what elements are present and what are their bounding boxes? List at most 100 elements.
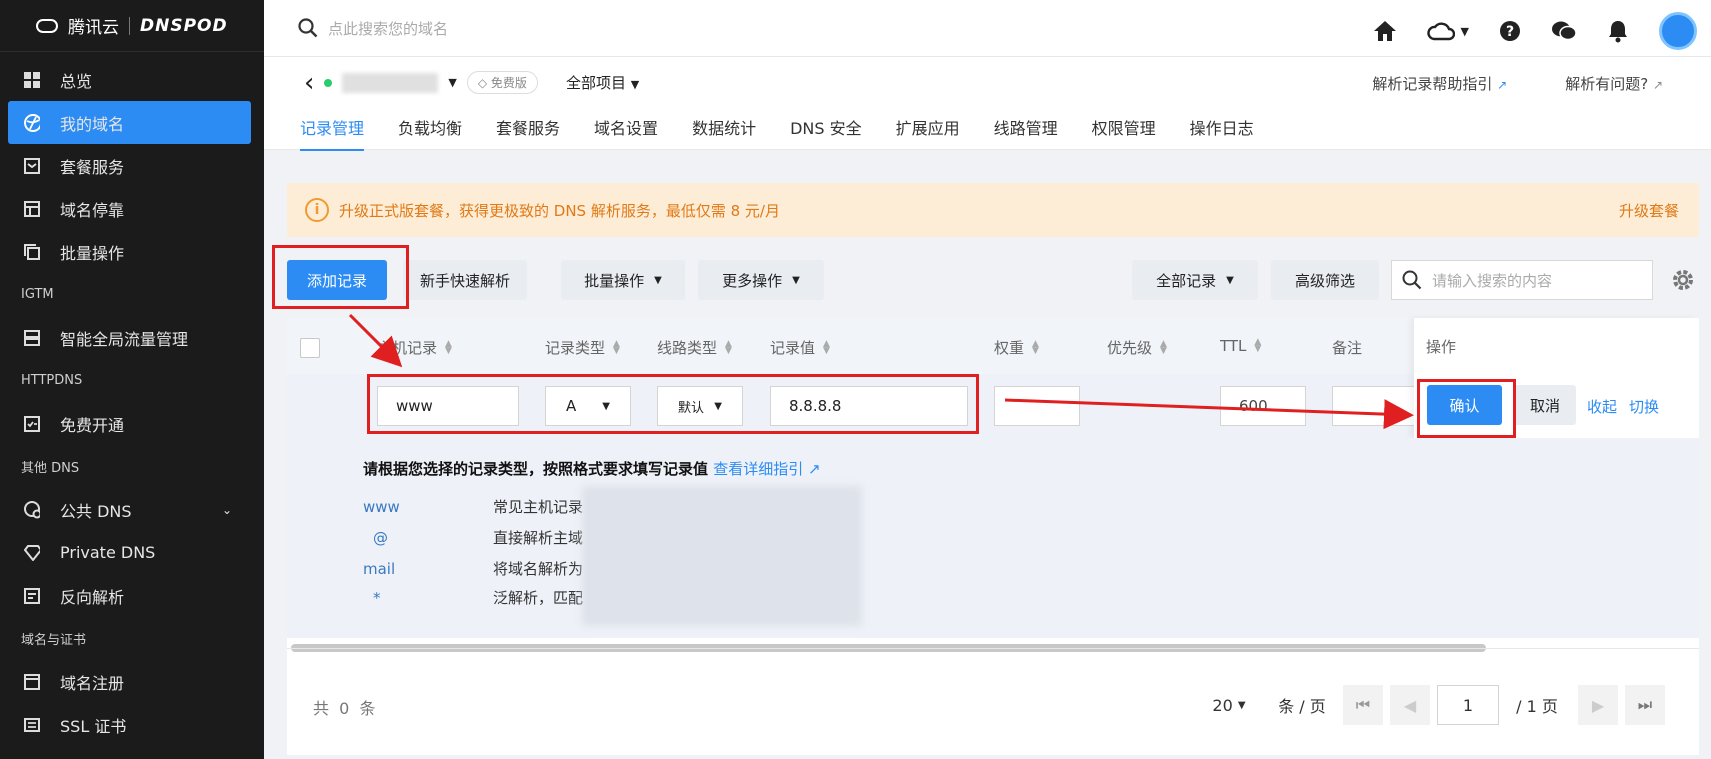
collapse-link[interactable]: 收起 [1587, 396, 1617, 417]
column-line[interactable]: 线路类型 ▲ ▼ [657, 337, 732, 358]
more-operation-button[interactable]: 更多操作 ▼ [698, 260, 824, 300]
help-icon[interactable]: ? [1499, 20, 1521, 42]
domain-tab[interactable]: 线路管理 [994, 115, 1058, 151]
guide-detail-link[interactable]: 查看详细指引 ↗ [713, 460, 820, 478]
column-priority[interactable]: 优先级 ▲ ▼ [1107, 337, 1167, 358]
select-all-checkbox[interactable] [300, 338, 320, 358]
domain-tab[interactable]: 操作日志 [1190, 115, 1254, 151]
domain-tab[interactable]: 权限管理 [1092, 115, 1156, 151]
column-type[interactable]: 记录类型 ▲ ▼ [545, 337, 620, 358]
sidebar: 腾讯云 DNSPOD 总览 我的域名 套餐服务 域名停靠 批量操作 IGTM 智能全局流量管… [0, 0, 264, 759]
next-page-button[interactable]: ▶ [1578, 685, 1618, 725]
sidebar-item[interactable]: 域名停靠 [0, 187, 264, 230]
domain-search[interactable]: 点此搜索您的域名 [298, 18, 448, 39]
domain-name-blurred[interactable] [342, 72, 439, 93]
domain-tab[interactable]: 记录管理 [300, 115, 365, 151]
domain-dropdown-icon[interactable]: ▼ [448, 76, 456, 89]
cancel-button[interactable]: 取消 [1514, 385, 1576, 425]
server-icon [24, 329, 40, 346]
upgrade-notice-text: 升级正式版套餐，获得更极致的 DNS 解析服务，最低仅需 8 元/月 [339, 201, 780, 220]
last-page-button[interactable]: ⏭ [1625, 685, 1665, 725]
domain-tabs: 记录管理 负载均衡 套餐服务 域名设置 数据统计 DNS 安全 扩展应用 线路管理 权限管理 操作… [300, 115, 1254, 151]
record-toolbar: 添加记录 新手快速解析 批量操作 ▼ 更多操作 ▼ 全部记录 ▼ 高级筛选 请输入搜索… [287, 260, 1699, 300]
advanced-filter-button[interactable]: 高级筛选 [1271, 260, 1379, 300]
cloud-menu[interactable]: ▼ [1426, 21, 1469, 41]
type-select-value: A [566, 397, 577, 415]
batch-operation-label: 批量操作 [584, 271, 645, 290]
globe-icon [24, 113, 40, 132]
sidebar-item[interactable]: 总览 [0, 58, 264, 101]
sidebar-item[interactable]: 我的域名 [8, 101, 251, 144]
sidebar-item-label: 域名注册 [60, 673, 125, 693]
switch-link[interactable]: 切换 [1629, 396, 1659, 417]
column-weight[interactable]: 权重 ▲ ▼ [994, 337, 1039, 358]
wechat-icon[interactable] [1551, 20, 1577, 42]
domain-tab[interactable]: 数据统计 [692, 115, 756, 151]
sidebar-item[interactable]: 套餐服务 [0, 144, 264, 187]
weight-input[interactable] [994, 386, 1080, 426]
sort-icon: ▲ ▼ [1032, 338, 1039, 356]
upgrade-link[interactable]: 升级套餐 [1619, 200, 1679, 221]
project-select[interactable]: 全部项目 ▼ [566, 72, 639, 93]
domain-tab[interactable]: 套餐服务 [496, 115, 560, 151]
domain-header: ‹ ▼ ◇ 免费版 全部项目 ▼ 解析记录帮助指引 ↗ 解析有问题? ↗ 记录管… [264, 57, 1711, 151]
prev-page-button[interactable]: ◀ [1390, 685, 1430, 725]
page-number-input[interactable]: 1 [1437, 685, 1499, 725]
column-ttl-label: TTL [1220, 337, 1247, 355]
guide-title-text: 请根据您选择的记录类型，按照格式要求填写记录值 [363, 460, 709, 478]
line-select[interactable]: 默认 ▼ [657, 386, 743, 426]
cloud-logo-icon [36, 18, 58, 33]
column-ttl[interactable]: TTL ▲ ▼ [1220, 337, 1261, 355]
sidebar-item[interactable]: 域名注册 [0, 660, 264, 703]
column-value[interactable]: 记录值 ▲ ▼ [770, 337, 830, 358]
prev-page-icon: ◀ [1403, 695, 1417, 715]
logo[interactable]: 腾讯云 DNSPOD [0, 0, 264, 52]
certificate-icon [24, 717, 40, 733]
avatar[interactable] [1659, 12, 1697, 50]
domain-tab[interactable]: 负载均衡 [398, 115, 462, 151]
sidebar-item[interactable]: 免费开通 [0, 402, 264, 445]
sidebar-group-label: 域名与证书 [21, 633, 87, 648]
sidebar-item[interactable]: SSL 证书 [0, 703, 264, 746]
add-record-button[interactable]: 添加记录 [287, 260, 387, 300]
upgrade-notice: i 升级正式版套餐，获得更极致的 DNS 解析服务，最低仅需 8 元/月 升级套… [287, 183, 1699, 237]
home-icon[interactable] [1373, 20, 1397, 42]
first-page-button[interactable]: ⏮ [1343, 685, 1383, 725]
chevron-down-icon: ▼ [792, 274, 800, 286]
record-search-input[interactable]: 请输入搜索的内容 [1391, 260, 1653, 300]
guide-row-desc: 常见主机记录 [493, 498, 584, 516]
domain-tab[interactable]: DNS 安全 [790, 115, 862, 151]
batch-operation-button[interactable]: 批量操作 ▼ [561, 260, 685, 300]
domain-tab[interactable]: 域名设置 [594, 115, 658, 151]
page-size-select[interactable]: 20 ▼ [1207, 685, 1251, 725]
column-host[interactable]: 主机记录 ▲ ▼ [377, 337, 452, 358]
last-page-icon: ⏭ [1637, 695, 1653, 714]
guide-detail-label: 查看详细指引 [713, 460, 804, 478]
sidebar-item[interactable]: 批量操作 [0, 230, 264, 273]
remark-input[interactable] [1332, 386, 1418, 426]
free-badge-label: 免费版 [490, 76, 527, 90]
type-select[interactable]: A ▼ [545, 386, 631, 426]
ttl-input[interactable]: 600 [1220, 386, 1306, 426]
operation-column: 操作 确认 取消 收起 切换 [1414, 318, 1699, 438]
table-footer: 共 0 条 20 ▼ 条 / 页 ⏮ ◀ 1 / 1 页 ▶ ⏭ [287, 648, 1699, 755]
gear-icon[interactable] [1670, 267, 1696, 293]
sidebar-item[interactable]: 公共 DNS ⌄ [0, 488, 264, 531]
package-icon [24, 157, 40, 174]
host-input[interactable]: www [377, 386, 519, 426]
help-guide-link[interactable]: 解析记录帮助指引 ↗ [1372, 73, 1507, 94]
sidebar-item[interactable]: 反向解析 [0, 574, 264, 617]
bell-icon[interactable] [1607, 19, 1629, 43]
sidebar-item[interactable]: 智能全局流量管理 [0, 316, 264, 359]
column-priority-label: 优先级 [1107, 339, 1153, 357]
record-value-input[interactable]: 8.8.8.8 [770, 386, 968, 426]
sidebar-item[interactable]: Private DNS [0, 531, 264, 574]
sidebar-item-label: 批量操作 [60, 243, 125, 263]
logo-divider [129, 16, 130, 35]
question-link[interactable]: 解析有问题? ↗ [1565, 73, 1663, 94]
confirm-button[interactable]: 确认 [1427, 385, 1502, 425]
back-icon[interactable]: ‹ [304, 70, 314, 96]
quick-resolve-button[interactable]: 新手快速解析 [403, 260, 527, 300]
domain-tab[interactable]: 扩展应用 [896, 115, 960, 151]
all-records-filter[interactable]: 全部记录 ▼ [1132, 260, 1258, 300]
